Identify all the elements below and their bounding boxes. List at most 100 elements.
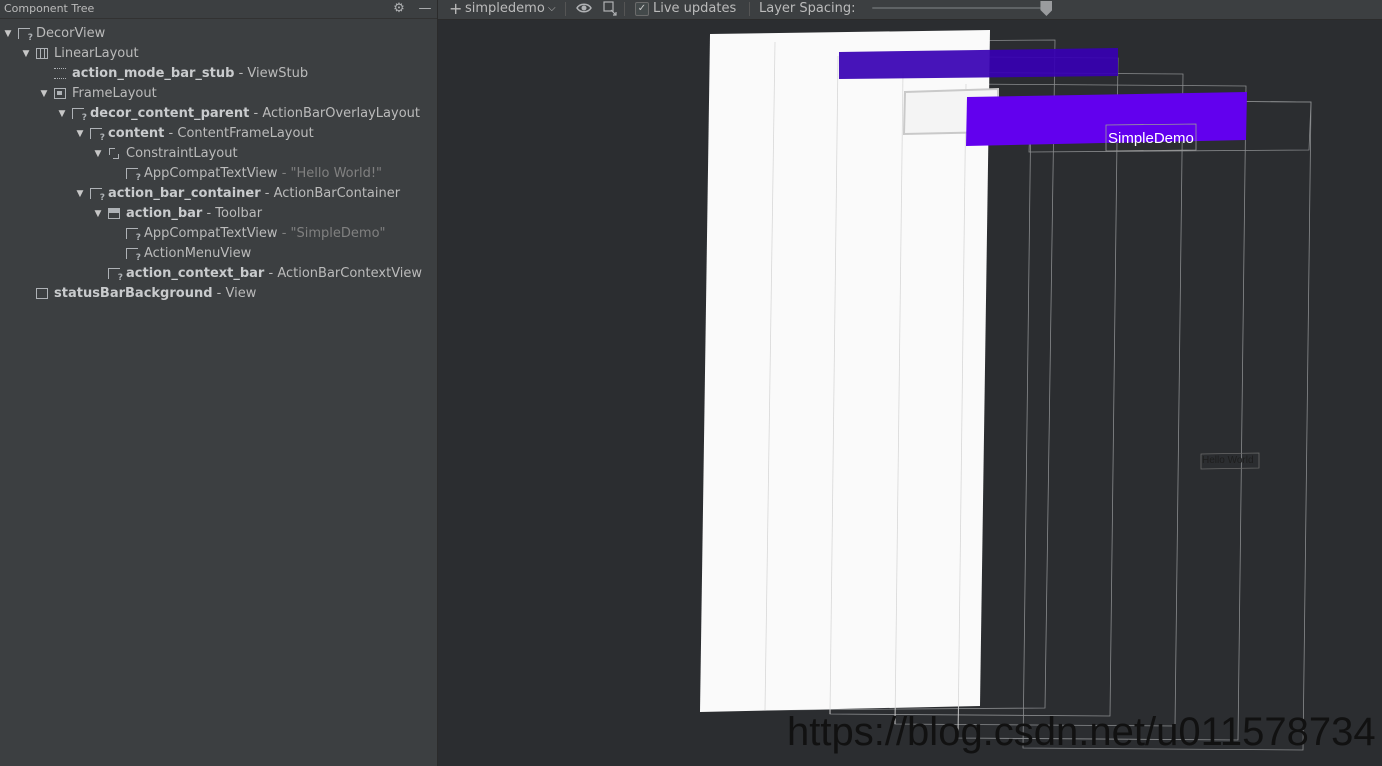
expand-toggle-icon[interactable]: ▼ — [74, 124, 86, 144]
tree-node-actionmenuview[interactable]: ActionMenuView — [0, 244, 438, 264]
expand-toggle-icon[interactable]: ▼ — [92, 144, 104, 164]
layer-outline-content — [957, 83, 1247, 741]
text-view-icon — [72, 108, 87, 123]
tree-node-label: LinearLayout — [54, 44, 139, 64]
node-type: ActionBarContextView — [277, 266, 423, 281]
tree-node-label: statusBarBackground - View — [54, 286, 257, 301]
view-icon — [36, 288, 48, 299]
tree-node-label: ActionMenuView — [144, 244, 251, 264]
node-name: ActionMenuView — [144, 246, 252, 261]
node-name: AppCompatTextView — [144, 166, 278, 181]
tree-node-appcompattextview-hello[interactable]: AppCompatTextView - "Hello World!" — [0, 164, 438, 184]
layer-outline-statusbar — [1022, 99, 1312, 751]
chevron-down-icon[interactable]: ⌵ — [548, 0, 556, 18]
text-view-icon — [126, 248, 141, 263]
tree-node-action-bar[interactable]: ▼ action_bar - Toolbar — [0, 204, 438, 224]
layout-inspector-toolbar: + simpledemo ⌵ ✓ Live updates Layer Spac… — [438, 0, 1382, 20]
toolbar-divider — [749, 2, 750, 16]
toolbar-divider — [565, 2, 566, 16]
node-type: ActionBarOverlayLayout — [262, 106, 420, 121]
layer-stack — [700, 30, 1312, 751]
tree-node-content[interactable]: ▼ content - ContentFrameLayout — [0, 124, 438, 144]
watermark-url: https://blog.csdn.net/u011578734 — [787, 710, 1376, 754]
tree-node-label: DecorView — [36, 24, 105, 44]
expand-toggle-icon[interactable]: ▼ — [74, 184, 86, 204]
tree-node-label: action_bar_container - ActionBarContaine… — [108, 186, 401, 201]
node-name: action_bar — [126, 206, 203, 221]
layer-spacing-slider-thumb[interactable] — [1040, 1, 1053, 16]
view-stub-icon — [54, 68, 66, 79]
export-icon[interactable] — [602, 0, 618, 18]
node-name: LinearLayout — [54, 46, 139, 61]
tree-node-label: action_bar - Toolbar — [126, 206, 263, 221]
tree-node-decor-content-parent[interactable]: ▼ decor_content_parent - ActionBarOverlay… — [0, 104, 438, 124]
node-name: content — [108, 126, 165, 141]
minus-icon[interactable]: — — [417, 1, 433, 17]
hello-world-text: Hello World — [1202, 455, 1254, 466]
layer-spacing-label: Layer Spacing: — [759, 1, 856, 16]
tree-node-action-context-bar[interactable]: action_context_bar - ActionBarContextVie… — [0, 264, 438, 284]
tree-node-label: decor_content_parent - ActionBarOverlayL… — [90, 106, 420, 121]
layer-spacing-slider[interactable] — [872, 7, 1050, 9]
text-view-icon — [90, 188, 105, 203]
text-view-icon — [126, 168, 141, 183]
toolbar-title-text: SimpleDemo — [1108, 130, 1194, 147]
expand-toggle-icon[interactable]: ▼ — [56, 104, 68, 124]
node-name: AppCompatTextView — [144, 226, 278, 241]
text-view-icon — [126, 228, 141, 243]
expand-toggle-icon[interactable]: ▼ — [92, 204, 104, 224]
node-name: action_mode_bar_stub — [72, 66, 235, 81]
tree-node-appcompattextview-simpledemo[interactable]: AppCompatTextView - "SimpleDemo" — [0, 224, 438, 244]
component-tree: ▼ DecorView ▼ LinearLayout action_mode_bar_s… — [0, 24, 438, 304]
frame-layout-icon — [54, 88, 66, 99]
tree-node-action-mode-bar-stub[interactable]: action_mode_bar_stub - ViewStub — [0, 64, 438, 84]
node-name: statusBarBackground — [54, 286, 213, 301]
tree-node-constraintlayout[interactable]: ▼ ConstraintLayout — [0, 144, 438, 164]
toolbar-icon — [108, 208, 120, 219]
live-updates-checkbox[interactable]: ✓ — [635, 2, 649, 16]
eye-icon[interactable] — [576, 0, 592, 18]
tree-node-statusbarbackground[interactable]: statusBarBackground - View — [0, 284, 438, 304]
tree-node-framelayout[interactable]: ▼ FrameLayout — [0, 84, 438, 104]
toolbar-layer — [966, 92, 1247, 146]
text-view-icon — [108, 268, 123, 283]
expand-toggle-icon[interactable]: ▼ — [20, 44, 32, 64]
layout-3d-viewport[interactable]: SimpleDemo Hello World — [438, 20, 1382, 766]
node-name: action_bar_container — [108, 186, 261, 201]
status-bar-background-layer — [839, 48, 1118, 79]
node-name: FrameLayout — [72, 86, 157, 101]
tree-node-label: action_context_bar - ActionBarContextVie… — [126, 266, 423, 281]
node-type: View — [225, 286, 257, 301]
panel-title: Component Tree — [4, 2, 95, 15]
node-type: ContentFrameLayout — [177, 126, 314, 141]
tree-node-label: ConstraintLayout — [126, 144, 238, 164]
node-name: decor_content_parent — [90, 106, 250, 121]
plus-icon[interactable]: + — [449, 0, 462, 18]
process-selector[interactable]: simpledemo — [465, 0, 545, 18]
node-name: action_context_bar — [126, 266, 265, 281]
expand-toggle-icon[interactable]: ▼ — [38, 84, 50, 104]
live-updates-label: Live updates — [653, 1, 737, 16]
tree-node-action-bar-container[interactable]: ▼ action_bar_container - ActionBarContain… — [0, 184, 438, 204]
node-type: ViewStub — [247, 66, 309, 81]
text-view-icon — [90, 128, 105, 143]
node-type: ActionBarContainer — [273, 186, 401, 201]
tree-node-label: AppCompatTextView - "Hello World!" — [144, 166, 383, 181]
component-tree-header: Component Tree ⚙ — — [0, 0, 437, 19]
constraint-layout-icon — [108, 148, 120, 159]
tree-node-linearlayout[interactable]: ▼ LinearLayout — [0, 44, 438, 64]
tree-node-label: AppCompatTextView - "SimpleDemo" — [144, 226, 386, 241]
linear-layout-icon — [36, 48, 48, 59]
expand-toggle-icon[interactable]: ▼ — [2, 24, 14, 44]
gear-icon[interactable]: ⚙ — [391, 1, 407, 17]
tree-node-decorview[interactable]: ▼ DecorView — [0, 24, 438, 44]
text-view-icon — [18, 28, 33, 43]
node-name: DecorView — [36, 26, 106, 41]
node-name: ConstraintLayout — [126, 146, 238, 161]
component-tree-panel: Component Tree ⚙ — ▼ DecorView ▼ LinearLayo… — [0, 0, 438, 766]
tree-node-label: action_mode_bar_stub - ViewStub — [72, 66, 309, 81]
node-text: "SimpleDemo" — [290, 226, 386, 241]
node-type: Toolbar — [215, 206, 263, 221]
node-text: "Hello World!" — [290, 166, 383, 181]
tree-node-label: content - ContentFrameLayout — [108, 126, 314, 141]
